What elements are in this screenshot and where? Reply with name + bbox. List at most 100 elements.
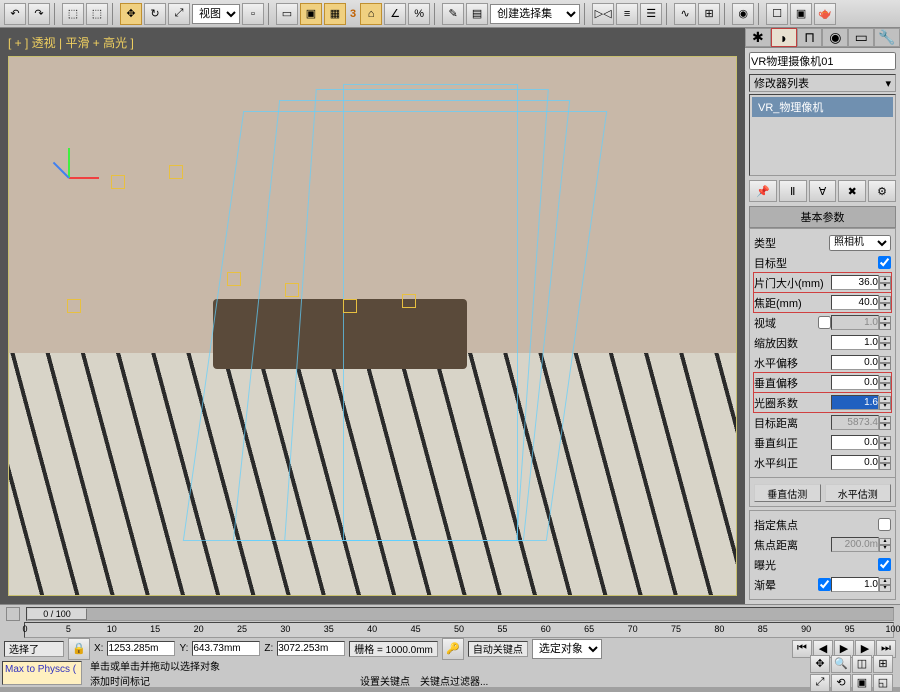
param-input[interactable] [831,435,879,450]
layers-icon[interactable]: ☰ [640,3,662,25]
material-editor-icon[interactable]: ◉ [732,3,754,25]
time-ruler[interactable]: 0510152025303540455055606570758085909510… [24,622,894,638]
modifier-list-label[interactable]: 修改器列表 [754,75,885,91]
render-setup-icon[interactable]: ☐ [766,3,788,25]
autokey-button[interactable]: 自动关键点 [468,641,528,657]
pin-stack-icon[interactable]: 📌 [749,180,777,202]
coord-z-input[interactable] [277,641,345,656]
time-slider-thumb[interactable]: 0 / 100 [27,608,87,620]
coord-x-input[interactable] [107,641,175,656]
scale-icon[interactable]: ⤢ [168,3,190,25]
pan-icon[interactable]: ✥ [810,655,830,673]
viewport[interactable]: [ + ] 透视 | 平滑 + 高光 ] [0,28,745,604]
object-name-input[interactable] [749,52,896,70]
snap-icon[interactable]: ⌂ [360,3,382,25]
param-input[interactable] [831,375,879,390]
key-mode-icon[interactable]: 🔑 [442,638,464,660]
param-label: 焦距(mm) [754,295,831,311]
param-checkbox[interactable] [878,256,891,269]
param-input[interactable] [831,335,879,350]
named-sel-edit-icon[interactable]: ✎ [442,3,464,25]
rollout-basic-params[interactable]: 基本参数 [749,206,896,228]
setkey-button[interactable]: 设置关键点 [360,673,410,688]
viewport-label[interactable]: [ + ] 透视 | 平滑 + 高光 ] [8,34,134,51]
utilities-tab-icon[interactable]: 🔧 [874,28,900,47]
vert-guess-button[interactable]: 垂直估测 [754,484,821,502]
hierarchy-tab-icon[interactable]: ⊓ [797,28,823,47]
angle-snap-icon[interactable]: ∠ [384,3,406,25]
zoom-extents-icon[interactable]: ⤢ [810,674,830,692]
named-sel-icon[interactable]: ▤ [466,3,488,25]
percent-snap-icon[interactable]: % [408,3,430,25]
mirror-icon[interactable]: ▷◁ [592,3,614,25]
render-icon[interactable]: 🫖 [814,3,836,25]
viewport-canvas[interactable] [8,56,737,596]
align-icon[interactable]: ≡ [616,3,638,25]
move-icon[interactable]: ✥ [120,3,142,25]
schematic-icon[interactable]: ⊞ [698,3,720,25]
selection-region-icon[interactable]: ▣ [300,3,322,25]
prompt-line-2: 添加时间标记 [90,673,150,688]
remove-mod-icon[interactable]: ✖ [838,180,866,202]
create-tab-icon[interactable]: ✱ [745,28,771,47]
param-input[interactable] [831,355,879,370]
param-label: 光圈系数 [754,395,831,411]
prompt-line-1: 单击或单击并拖动以选择对象 [90,658,804,673]
param-input[interactable] [831,295,879,310]
param-label: 目标距离 [754,415,831,431]
link-icon[interactable]: ⬚ [62,3,84,25]
maxscript-listener[interactable]: Max to Physcs ( [2,661,82,685]
coord-y-input[interactable] [192,641,260,656]
param-checkbox[interactable] [878,558,891,571]
param-input[interactable] [831,395,879,410]
unlink-icon[interactable]: ⬚ [86,3,108,25]
param-input[interactable] [831,275,879,290]
param-input[interactable] [831,315,879,330]
render-frame-icon[interactable]: ▣ [790,3,812,25]
param-checkbox[interactable] [878,518,891,531]
fov-icon[interactable]: ◫ [852,655,872,673]
show-result-icon[interactable]: Ⅱ [779,180,807,202]
goto-start-icon[interactable]: ⏮ [792,640,812,658]
redo-icon[interactable]: ↷ [28,3,50,25]
param-label: 视域 [754,315,814,331]
display-tab-icon[interactable]: ▭ [848,28,874,47]
dropdown-icon[interactable]: ▾ [885,77,891,90]
param-input[interactable] [831,537,879,552]
param-input[interactable] [831,577,879,592]
time-slider[interactable]: 0 / 100 [26,607,894,621]
horiz-guess-button[interactable]: 水平估测 [825,484,892,502]
key-toggle-icon[interactable] [6,607,20,621]
keyfilter-button[interactable]: 关键点过滤器... [420,673,488,688]
select-icon[interactable]: ▭ [276,3,298,25]
camera-type-select[interactable]: 照相机 [829,235,891,251]
make-unique-icon[interactable]: ∀ [809,180,837,202]
ref-coord-combo[interactable]: 视图 [192,4,240,24]
viewport-nav: ✥ 🔍 ◫ ⊞ ⤢ ⟲ ▣ ◱ [810,659,900,687]
lock-selection-icon[interactable]: 🔒 [68,638,90,660]
param-label: 曝光 [754,557,874,573]
modify-tab-icon[interactable]: ◗ [771,28,797,47]
curve-editor-icon[interactable]: ∿ [674,3,696,25]
zoom-icon[interactable]: 🔍 [831,655,851,673]
zoom-all-icon[interactable]: ⊞ [873,655,893,673]
orbit-icon[interactable]: ⟲ [831,674,851,692]
param-label: 目标型 [754,255,874,271]
named-selection-combo[interactable]: 创建选择集 [490,4,580,24]
configure-icon[interactable]: ⚙ [868,180,896,202]
min-max-icon[interactable]: ◱ [873,674,893,692]
maximize-icon[interactable]: ▣ [852,674,872,692]
modifier-stack[interactable]: VR_物理像机 [749,94,896,176]
param-label: 焦点距离 [754,537,831,553]
param-label: 渐晕 [754,577,814,593]
pivot-icon[interactable]: ▫ [242,3,264,25]
selection-status: 选择了 [4,641,64,657]
modifier-item[interactable]: VR_物理像机 [752,97,893,117]
param-input[interactable] [831,455,879,470]
motion-tab-icon[interactable]: ◉ [822,28,848,47]
key-target-combo[interactable]: 选定对象 [532,639,602,659]
param-input[interactable] [831,415,879,430]
undo-icon[interactable]: ↶ [4,3,26,25]
window-crossing-icon[interactable]: ▦ [324,3,346,25]
rotate-icon[interactable]: ↻ [144,3,166,25]
